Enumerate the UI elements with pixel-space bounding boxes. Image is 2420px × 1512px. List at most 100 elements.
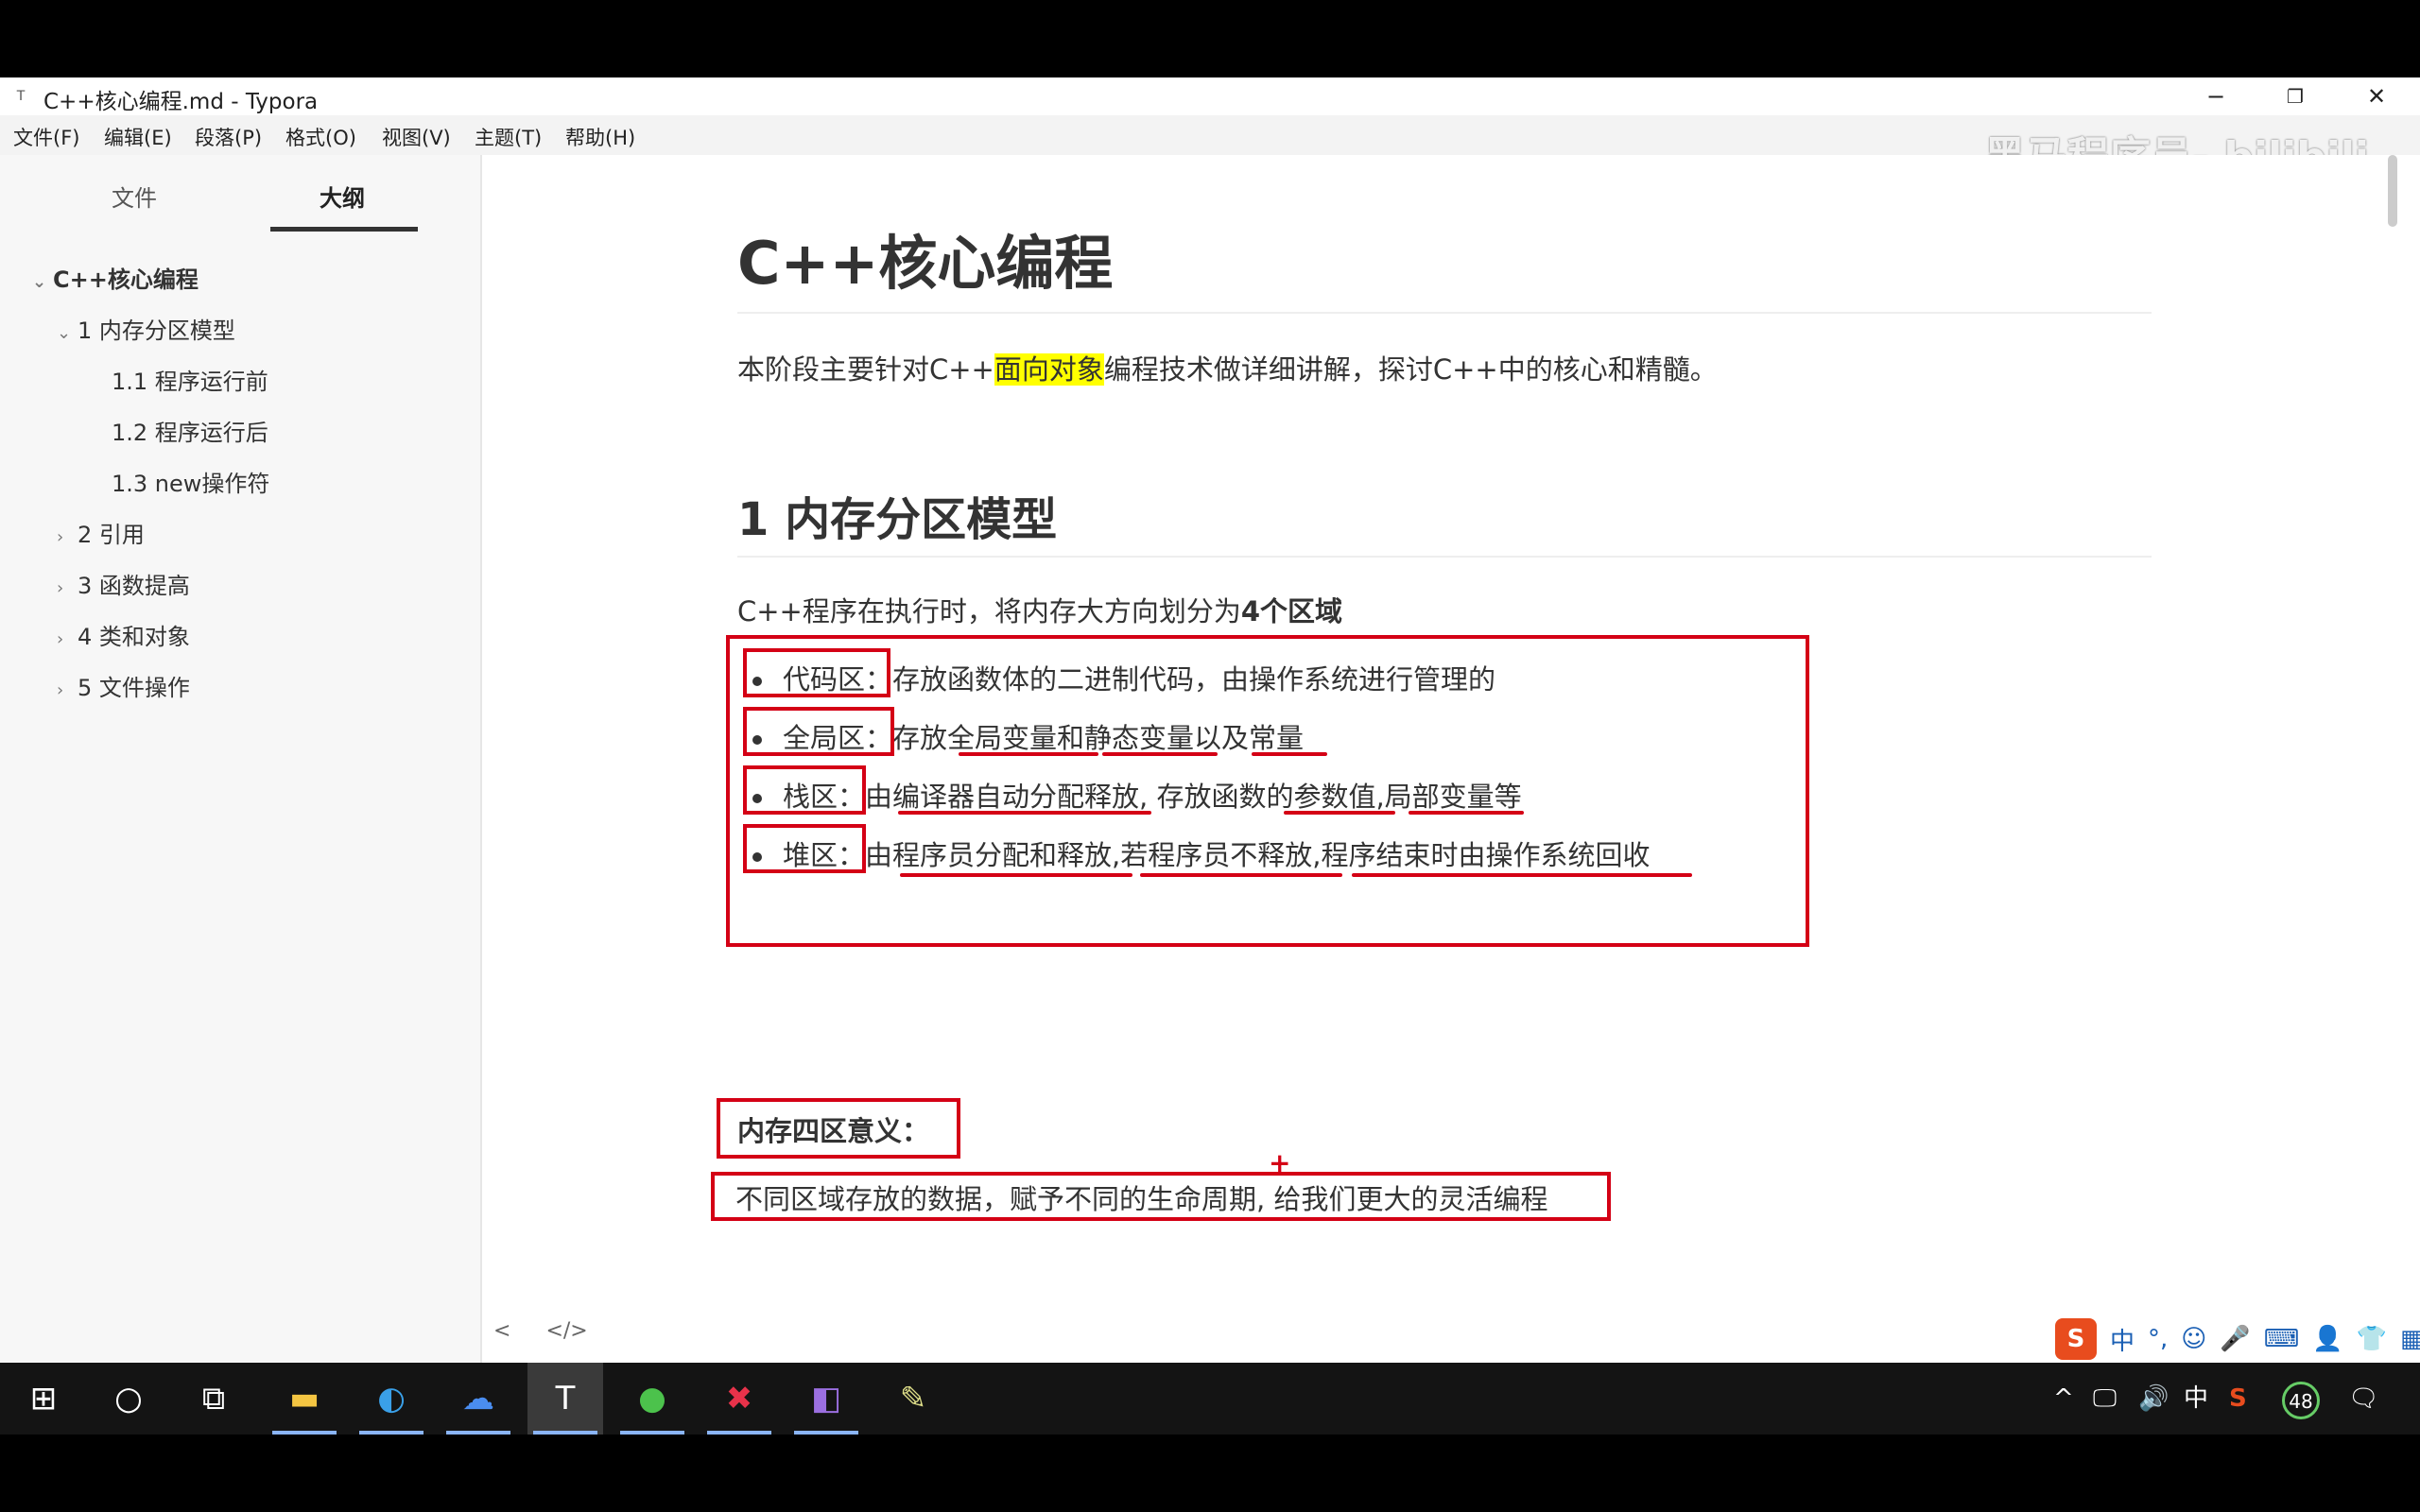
tray-chevron-icon[interactable]: ^ [2053,1363,2074,1435]
intro-paragraph: 本阶段主要针对C++面向对象编程技术做详细讲解，探讨C++中的核心和精髓。 [737,348,1718,387]
search-icon[interactable]: ○ [91,1363,166,1435]
menu-theme[interactable]: 主题(T) [475,123,542,151]
outline-item[interactable]: 1.3 new操作符 [112,465,269,498]
annotation-underline [1409,811,1524,815]
h2-divider [737,556,2152,558]
ime-punctuation-icon[interactable]: °, [2148,1325,2168,1353]
close-button[interactable]: ✕ [2339,77,2414,115]
typora-app-icon: T [16,89,26,104]
bullet-text: 存放函数体的二进制代码，由操作系统进行管理的 [892,663,1496,696]
tab-files[interactable]: 文件 [112,180,157,213]
xmind-icon[interactable]: ✖ [701,1363,777,1435]
ime-menu-icon[interactable]: ▦ [2400,1325,2420,1353]
section-intro: C++程序在执行时，将内存大方向划分为4个区域 [737,590,1342,629]
menu-edit[interactable]: 编辑(E) [104,123,172,151]
section-intro-bold: 4个区域 [1240,595,1343,627]
ime-skin-icon[interactable]: 👕 [2357,1325,2387,1353]
menu-view[interactable]: 视图(V) [382,123,451,151]
annotation-underline [1352,873,1692,877]
ime-indicator[interactable]: 中 [2184,1363,2208,1435]
running-indicator [620,1431,684,1435]
running-indicator [533,1431,597,1435]
outline-item[interactable]: › 5 文件操作 [57,669,190,702]
bullet-stack-area: 栈区：由编译器自动分配释放, 存放函数的参数值,局部变量等 [752,775,1522,815]
running-indicator [707,1431,771,1435]
edge-icon[interactable]: ◐ [354,1363,429,1435]
notification-icon[interactable]: 🗨 [2348,1363,2379,1435]
chevron-right-icon[interactable]: › [57,629,78,649]
screen: T C++核心编程.md - Typora − ❐ ✕ 文件(F) 编辑(E) … [0,77,2420,1435]
battery-badge[interactable]: 48 [2282,1382,2320,1419]
intro-text: 本阶段主要针对C++ [737,353,994,386]
bullet-heap-area: 堆区：由程序员分配和释放,若程序员不释放,程序结束时由操作系统回收 [752,833,1650,873]
chevron-right-icon[interactable]: › [57,578,78,598]
chevron-right-icon[interactable]: › [57,527,78,547]
visual-studio-icon[interactable]: ◧ [788,1363,864,1435]
minimize-button[interactable]: − [2178,77,2254,115]
outline-item[interactable]: › 2 引用 [57,516,145,549]
source-mode-icon[interactable]: </> [545,1319,587,1343]
ime-user-icon[interactable]: 👤 [2312,1325,2342,1353]
menu-help[interactable]: 帮助(H) [565,123,635,151]
menu-file[interactable]: 文件(F) [13,123,79,151]
title-bar: T C++核心编程.md - Typora − ❐ ✕ [0,77,2420,115]
outline-item[interactable]: › 3 函数提高 [57,567,190,600]
running-indicator [794,1431,858,1435]
ime-emoji-icon[interactable]: ☺ [2181,1325,2206,1353]
outline-label: 1.3 new操作符 [112,471,270,497]
annotation-underline [1284,811,1395,815]
outline-item[interactable]: ⌄ 1 内存分区模型 [57,312,235,345]
outline-label: 5 文件操作 [78,675,190,701]
outline-label: 1.2 程序运行后 [112,420,268,446]
document-title: C++核心编程 [737,229,1114,298]
annotation-box-term [743,824,866,873]
green-app-icon[interactable]: ● [614,1363,690,1435]
baidu-netdisk-icon[interactable]: ☁ [441,1363,516,1435]
highlighted-text: 面向对象 [994,353,1104,386]
typora-icon[interactable]: T [527,1363,603,1435]
start-icon[interactable]: ⊞ [6,1363,81,1435]
bullet-text: 存放全局变量和静态变量以及常量 [892,722,1305,754]
network-icon[interactable]: 🖵 [2093,1363,2117,1435]
bullet-text: 由编译器自动分配释放, 存放函数的参数值,局部变量等 [865,781,1522,813]
outline-item[interactable]: › 4 类和对象 [57,618,190,651]
ime-toolbar: S 中 °, ☺ 🎤 ⌨ 👤 👕 ▦ [2055,1317,2420,1361]
running-indicator [446,1431,510,1435]
running-indicator [359,1431,424,1435]
chevron-right-icon[interactable]: › [57,680,78,700]
tab-outline[interactable]: 大纲 [320,180,365,213]
outline-label: 1 内存分区模型 [78,318,235,344]
outline-label: C++核心编程 [53,266,199,293]
ime-language-icon[interactable]: 中 [2110,1322,2135,1357]
section-heading: 1 内存分区模型 [737,493,1058,546]
sidebar: 文件 大纲 [0,155,482,1435]
sogou-icon[interactable]: S [2055,1318,2097,1360]
ime-voice-icon[interactable]: 🎤 [2220,1325,2250,1353]
menu-paragraph[interactable]: 段落(P) [195,123,262,151]
ime-keyboard-icon[interactable]: ⌨ [2264,1325,2300,1353]
paint-icon[interactable]: ✎ [875,1363,951,1435]
task-view-icon[interactable]: ⧉ [176,1363,251,1435]
menu-format[interactable]: 格式(O) [285,123,356,151]
chevron-down-icon[interactable]: ⌄ [32,272,53,292]
file-explorer-icon[interactable]: ▬ [267,1363,342,1435]
section-intro-text: C++程序在执行时，将内存大方向划分为 [737,595,1241,627]
taskbar: ⊞ ○ ⧉ ▬ ◐ ☁ T ● ✖ ◧ ✎ ^ 🖵 🔊 中 S 48 🗨 [0,1363,2420,1435]
annotation-box-term [743,765,866,815]
scrollbar-thumb[interactable] [2388,155,2397,227]
outline-item[interactable]: 1.2 程序运行后 [112,414,268,447]
outline-item[interactable]: 1.1 程序运行前 [112,363,268,396]
volume-icon[interactable]: 🔊 [2138,1363,2169,1435]
annotation-box-term [743,648,890,697]
window-title: C++核心编程.md - Typora [43,90,319,114]
back-arrow-icon[interactable]: < [493,1319,510,1343]
active-tab-indicator [270,227,418,232]
sogou-tray-icon[interactable]: S [2229,1363,2247,1435]
chevron-down-icon[interactable]: ⌄ [57,323,78,343]
annotation-underline [1140,873,1342,877]
annotation-box-meaning-text [711,1172,1611,1221]
outline-label: 4 类和对象 [78,624,190,650]
outline-item[interactable]: ⌄ C++核心编程 [32,261,199,294]
restore-button[interactable]: ❐ [2257,77,2333,115]
intro-text-end: 编程技术做详细讲解，探讨C++中的核心和精髓。 [1103,353,1718,386]
